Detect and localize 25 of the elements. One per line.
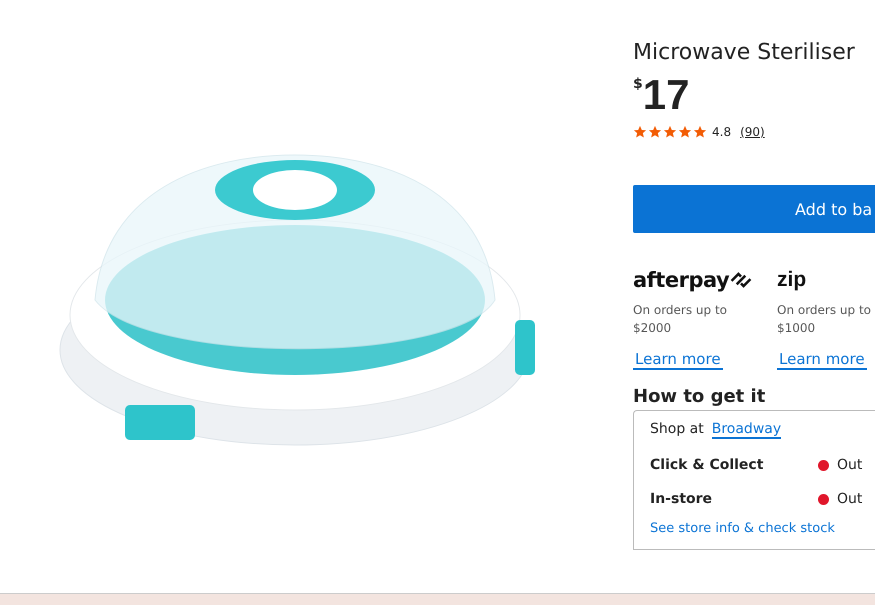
- star-icon: [633, 125, 647, 139]
- delivery-option: Click & Collect: [650, 457, 818, 473]
- reviews-link[interactable]: (90): [740, 125, 765, 139]
- section-heading: How to get it: [633, 386, 766, 407]
- stock-status: Out: [837, 457, 862, 473]
- zip-logo: zip: [777, 268, 806, 292]
- product-title: Microwave Steriliser: [633, 40, 856, 65]
- star-icon: [693, 125, 707, 139]
- add-to-bag-button[interactable]: Add to ba: [633, 185, 875, 233]
- rating-value: 4.8: [712, 125, 732, 139]
- learn-more-link[interactable]: Learn more: [777, 350, 867, 370]
- shop-label: Shop at: [650, 421, 704, 439]
- store-link[interactable]: Broadway: [712, 421, 782, 439]
- star-icon: [678, 125, 692, 139]
- store-info-link[interactable]: See store info & check stock: [650, 521, 875, 536]
- payment-note: On orders up to $2000: [633, 302, 728, 337]
- product-price: 17: [642, 73, 690, 117]
- payment-note: On orders up to $1000: [777, 302, 872, 337]
- delivery-option: In-store: [650, 491, 818, 507]
- star-icon: [648, 125, 662, 139]
- afterpay-logo: afterpay: [633, 268, 730, 292]
- star-icon: [663, 125, 677, 139]
- stock-status: Out: [837, 491, 862, 507]
- currency-symbol: $: [633, 76, 643, 92]
- learn-more-link[interactable]: Learn more: [633, 350, 723, 370]
